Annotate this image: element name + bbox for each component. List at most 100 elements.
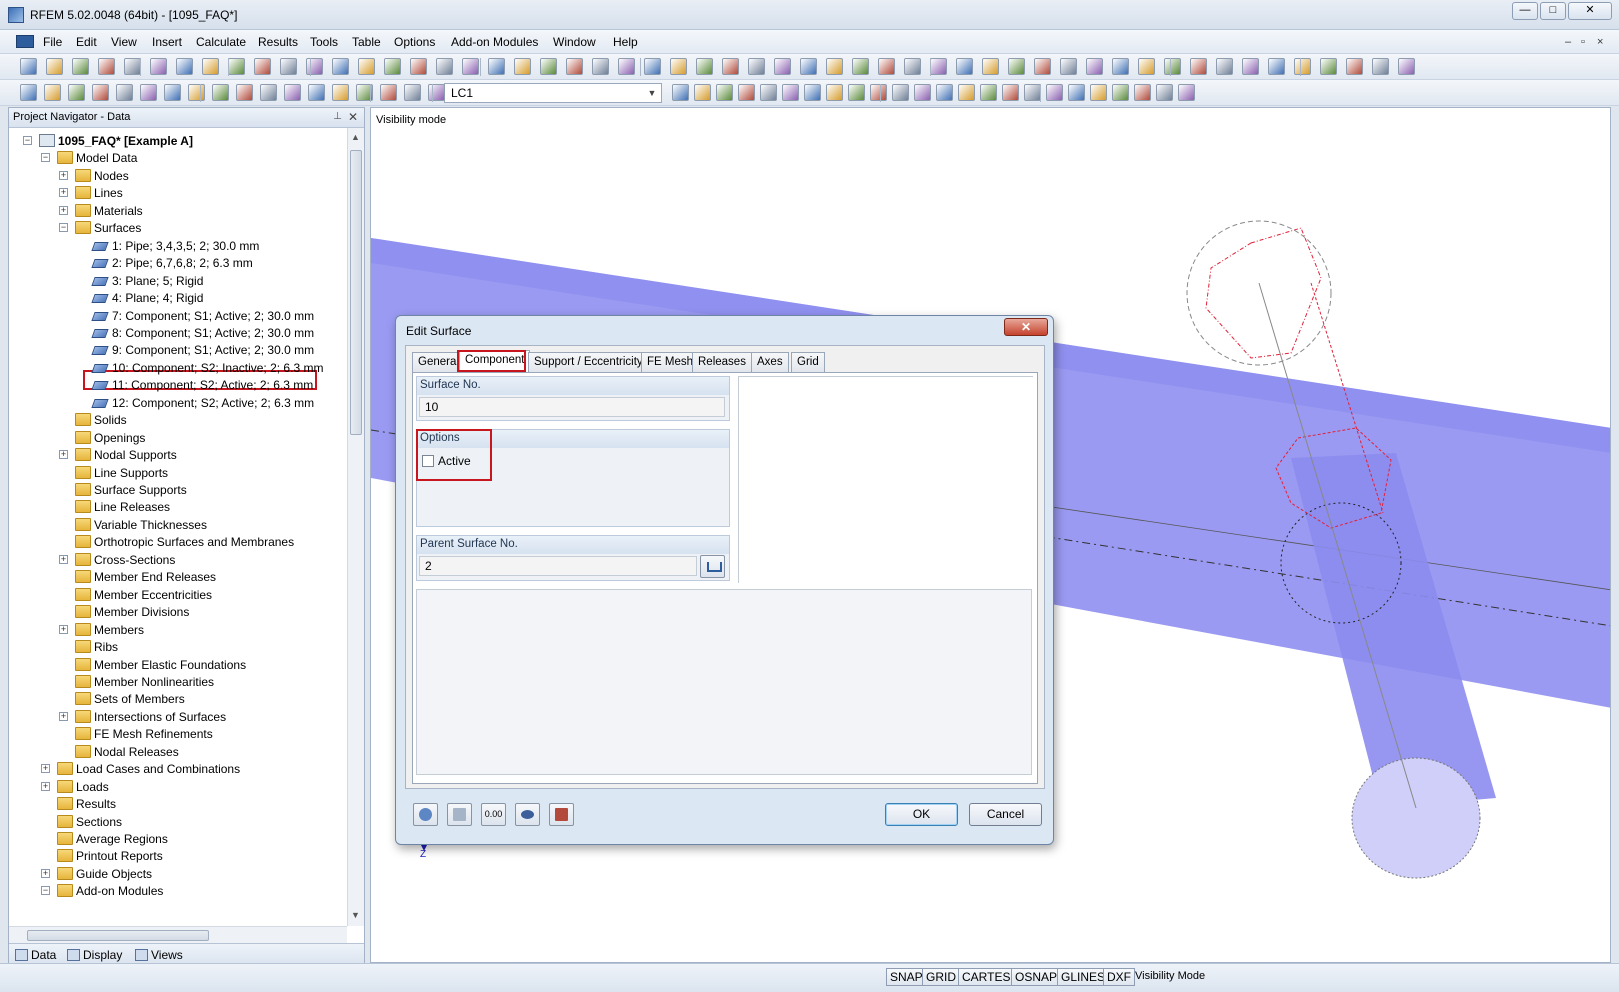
toolbar-tool-icon[interactable] <box>332 84 349 101</box>
toolbar-tool-icon[interactable] <box>306 58 323 75</box>
toolbar-tool-icon[interactable] <box>982 58 999 75</box>
toolbar-tool-icon[interactable] <box>1372 58 1389 75</box>
toolbar-tool-icon[interactable] <box>878 58 895 75</box>
maximize-button[interactable]: □ <box>1540 2 1566 20</box>
toolbar-tool-icon[interactable] <box>202 58 219 75</box>
toolbar-tool-icon[interactable] <box>696 58 713 75</box>
toolbar-tool-icon[interactable] <box>1138 58 1155 75</box>
toolbar-tool-icon[interactable] <box>672 84 689 101</box>
toolbar-tool-icon[interactable] <box>892 84 909 101</box>
navigator-horizontal-scrollbar[interactable] <box>9 926 347 943</box>
toolbar-tool-icon[interactable] <box>694 84 711 101</box>
expand-icon[interactable]: + <box>41 868 50 878</box>
dialog-close-button[interactable]: ✕ <box>1004 318 1048 336</box>
toolbar-tool-icon[interactable] <box>1294 58 1311 75</box>
toolbar-tool-icon[interactable] <box>904 58 921 75</box>
toolbar-tool-icon[interactable] <box>280 58 297 75</box>
toolbar-tool-icon[interactable] <box>380 84 397 101</box>
toolbar-tool-icon[interactable] <box>44 84 61 101</box>
toolbar-tool-icon[interactable] <box>870 84 887 101</box>
menu-edit[interactable]: Edit <box>76 35 97 49</box>
menu-help[interactable]: Help <box>613 35 638 49</box>
menu-view[interactable]: View <box>111 35 137 49</box>
toolbar-tool-icon[interactable] <box>800 58 817 75</box>
toolbar-tool-icon[interactable] <box>848 84 865 101</box>
toolbar-tool-icon[interactable] <box>1024 84 1041 101</box>
close-icon[interactable]: ✕ <box>348 110 358 124</box>
toolbar-tool-icon[interactable] <box>164 84 181 101</box>
toolbar-tool-icon[interactable] <box>1112 84 1129 101</box>
menu-tools[interactable]: Tools <box>310 35 338 49</box>
toolbar-tool-icon[interactable] <box>826 84 843 101</box>
toolbar-tool-icon[interactable] <box>852 58 869 75</box>
pin-icon[interactable]: ⊥ <box>333 111 342 122</box>
toolbar-tool-icon[interactable] <box>958 84 975 101</box>
toolbar-tool-icon[interactable] <box>1190 58 1207 75</box>
toolbar-tool-icon[interactable] <box>1068 84 1085 101</box>
tab-data[interactable]: Data <box>15 948 56 962</box>
chevron-down-icon[interactable]: ▼ <box>645 86 659 100</box>
toolbar-tool-icon[interactable] <box>284 84 301 101</box>
mdi-restore-icon[interactable]: ▫ <box>1581 36 1585 48</box>
toolbar-tool-icon[interactable] <box>774 58 791 75</box>
menu-addon-modules[interactable]: Add-on Modules <box>451 35 538 49</box>
toolbar-tool-icon[interactable] <box>980 84 997 101</box>
toolbar-tool-icon[interactable] <box>176 58 193 75</box>
toolbar-tool-icon[interactable] <box>1164 58 1181 75</box>
hscroll-thumb[interactable] <box>27 930 209 941</box>
minimize-button[interactable]: — <box>1512 2 1538 20</box>
navigator-vertical-scrollbar[interactable]: ▲ ▼ <box>347 128 364 926</box>
toolbar-tool-icon[interactable] <box>1156 84 1173 101</box>
expand-icon[interactable]: + <box>59 554 68 564</box>
toolbar-tool-icon[interactable] <box>358 58 375 75</box>
toolbar-tool-icon[interactable] <box>188 84 205 101</box>
toolbar-tool-icon[interactable] <box>1060 58 1077 75</box>
menu-results[interactable]: Results <box>258 35 298 49</box>
snap-toggle[interactable]: SNAP <box>886 968 927 986</box>
toolbar-tool-icon[interactable] <box>804 84 821 101</box>
menu-table[interactable]: Table <box>352 35 381 49</box>
toolbar-tool-icon[interactable] <box>384 58 401 75</box>
toolbar-tool-icon[interactable] <box>760 84 777 101</box>
tab-display[interactable]: Display <box>67 948 122 962</box>
toolbar-tool-icon[interactable] <box>150 58 167 75</box>
toolbar-tool-icon[interactable] <box>540 58 557 75</box>
expand-icon[interactable]: + <box>41 764 50 774</box>
toolbar-tool-icon[interactable] <box>1112 58 1129 75</box>
ok-button[interactable]: OK <box>885 803 958 826</box>
toolbar-tool-icon[interactable] <box>644 58 661 75</box>
glines-toggle[interactable]: GLINES <box>1057 968 1110 986</box>
toolbar-tool-icon[interactable] <box>1346 58 1363 75</box>
edit-button[interactable] <box>447 803 472 826</box>
toolbar-tool-icon[interactable] <box>428 84 445 101</box>
expand-icon[interactable]: + <box>41 781 50 791</box>
toolbar-tool-icon[interactable] <box>436 58 453 75</box>
toolbar-tool-icon[interactable] <box>748 58 765 75</box>
toolbar-tool-icon[interactable] <box>254 58 271 75</box>
help-button[interactable] <box>413 803 438 826</box>
menu-options[interactable]: Options <box>394 35 435 49</box>
toolbar-tool-icon[interactable] <box>236 84 253 101</box>
toolbar-tool-icon[interactable] <box>1086 58 1103 75</box>
toolbar-tool-icon[interactable] <box>20 58 37 75</box>
toolbar-tool-icon[interactable] <box>956 58 973 75</box>
scroll-down-icon[interactable]: ▼ <box>351 910 360 920</box>
toolbar-tool-icon[interactable] <box>1034 58 1051 75</box>
toolbar-tool-icon[interactable] <box>670 58 687 75</box>
tab-grid[interactable]: Grid <box>791 352 825 372</box>
parent-surface-field[interactable]: 2 <box>419 556 697 576</box>
mdi-close-icon[interactable]: × <box>1597 36 1603 48</box>
toolbar-tool-icon[interactable] <box>914 84 931 101</box>
toolbar-tool-icon[interactable] <box>1320 58 1337 75</box>
tab-support-eccentricity[interactable]: Support / Eccentricity <box>528 352 649 372</box>
expand-icon[interactable]: + <box>59 624 68 634</box>
collapse-icon[interactable]: − <box>41 153 50 163</box>
tab-views[interactable]: Views <box>135 948 183 962</box>
toolbar-tool-icon[interactable] <box>1398 58 1415 75</box>
pick-surface-button[interactable] <box>700 555 725 578</box>
toolbar-tool-icon[interactable] <box>1002 84 1019 101</box>
menu-window[interactable]: Window <box>553 35 596 49</box>
toolbar-tool-icon[interactable] <box>488 58 505 75</box>
expand-icon[interactable]: + <box>59 188 68 198</box>
menu-calculate[interactable]: Calculate <box>196 35 246 49</box>
